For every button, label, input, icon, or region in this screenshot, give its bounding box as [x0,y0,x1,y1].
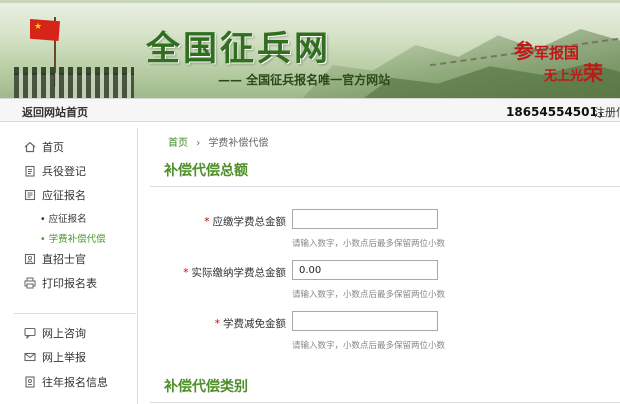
sidebar-item-direct-recruitment[interactable]: 直招士官 [24,250,86,268]
section-title-compensation-category: 补偿代偿类别 [164,379,248,395]
field-label-text: 实际缴纳学费总金额 [191,267,287,279]
sidebar-item-home[interactable]: 首页 [24,138,64,156]
breadcrumb: 首页 › 学费补偿代偿 [168,134,268,149]
field-hint: 请输入数字，小数点后最多保留两位小数 [292,290,446,300]
sidebar-item-online-consultation[interactable]: 网上咨询 [24,324,86,342]
chat-icon [24,327,36,339]
header-banner: ★ 全国征兵网 —— 全国征兵报名唯一官方网站 参军报国 无上光荣 [0,0,620,98]
sidebar-item-label: 兵役登记 [42,165,86,178]
sidebar-divider [14,313,136,314]
slogan-text: 无上光 [544,69,584,84]
slogan-char: 荣 [583,61,604,85]
sidebar-item-past-applications[interactable]: 往年报名信息 [24,373,108,391]
sidebar-item-label: 应征报名 [42,189,86,202]
breadcrumb-current: 学费补偿代偿 [208,138,269,149]
register-info-link[interactable]: 注册信 [594,104,620,120]
tuition-reduction-input[interactable] [292,311,438,331]
field-label-tuition-paid: * 实际缴纳学费总金额 [183,265,286,280]
required-mark: * [183,267,189,279]
sidebar-item-label: 往年报名信息 [42,376,108,389]
sidebar-subitem-enlistment[interactable]: • 应征报名 [40,211,87,225]
badge-icon [24,253,36,265]
slogan-char: 参 [514,39,534,63]
field-label-text: 学费减免金额 [223,318,286,330]
clipboard-icon [24,165,36,177]
site-subtitle: —— 全国征兵报名唯一官方网站 [218,73,391,87]
tuition-payable-input[interactable] [292,209,438,229]
tuition-paid-input[interactable] [292,260,438,280]
sidebar-item-label: 网上举报 [42,351,86,364]
breadcrumb-separator: › [196,138,201,149]
breadcrumb-home-link[interactable]: 首页 [168,138,188,149]
slogan: 参军报国 无上光荣 [514,35,620,85]
field-hint: 请输入数字，小数点后最多保留两位小数 [292,239,446,249]
sidebar-subitem-tuition-compensation[interactable]: • 学费补偿代偿 [40,231,106,245]
site-title: 全国征兵网 [146,29,331,69]
sidebar-item-label: 打印报名表 [42,277,97,290]
field-hint: 请输入数字，小数点后最多保留两位小数 [292,341,446,351]
home-icon [24,141,36,153]
section-title-compensation-total: 补偿代偿总额 [164,163,248,179]
sidebar: 首页 兵役登记 应征报名 • 应征报名 • 学费补偿代偿 直招士官 打印报名表 … [14,128,138,404]
sidebar-item-label: 首页 [42,141,64,154]
honor-guard-image: ★ [14,13,134,98]
printer-icon [24,277,36,289]
sidebar-item-label: 直招士官 [42,253,86,266]
top-nav-bar: 返回网站首页 18654554501， 注册信 [0,98,620,122]
sidebar-item-online-report[interactable]: 网上举报 [24,348,86,366]
sidebar-item-enlistment-application[interactable]: 应征报名 [24,186,86,204]
section-divider [150,402,620,403]
star-icon: ★ [34,22,43,32]
mail-icon [24,351,36,363]
document-icon [24,376,36,388]
sidebar-item-military-registration[interactable]: 兵役登记 [24,162,86,180]
field-label-tuition-payable: * 应缴学费总金额 [204,214,286,229]
soldiers-image [14,73,134,98]
back-to-home-link[interactable]: 返回网站首页 [22,104,88,120]
required-mark: * [204,216,210,228]
section-divider [150,186,620,187]
sidebar-item-label: 网上咨询 [42,327,86,340]
form-icon [24,189,36,201]
field-label-tuition-reduction: * 学费减免金额 [215,316,286,331]
sidebar-item-print-form[interactable]: 打印报名表 [24,274,97,292]
required-mark: * [214,318,220,330]
field-label-text: 应缴学费总金额 [212,216,287,228]
